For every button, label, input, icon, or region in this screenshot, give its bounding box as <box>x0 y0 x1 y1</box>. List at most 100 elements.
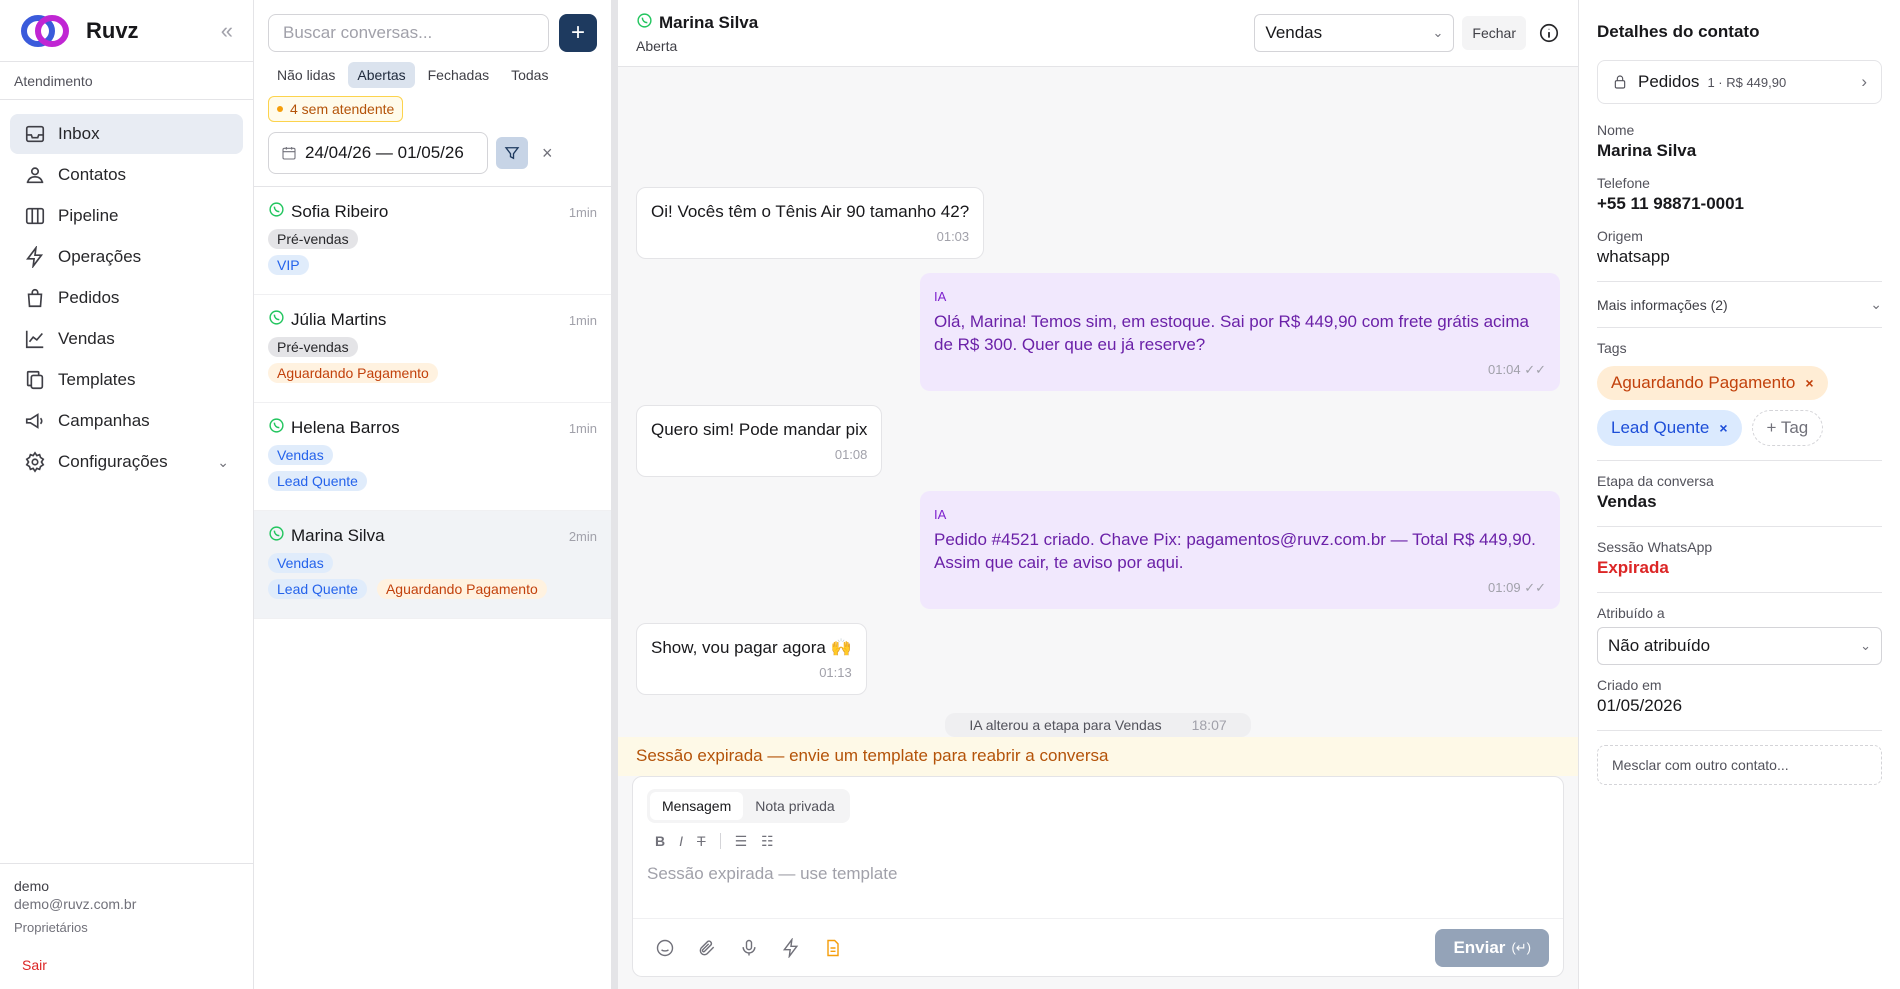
origin-label: Origem <box>1597 228 1643 244</box>
nav-item-configuracoes[interactable]: Configurações ⌄ <box>10 442 243 482</box>
stage-select[interactable]: Vendas ⌄ <box>1254 14 1455 53</box>
stage-label: Etapa da conversa <box>1597 473 1714 489</box>
format-toolbar: B I T ☰ ☷ <box>655 833 1541 850</box>
template-file-icon[interactable] <box>823 938 843 958</box>
tags-label: Tags <box>1597 340 1627 356</box>
message-time: 01:13 <box>819 665 852 681</box>
filter-button[interactable] <box>496 137 528 169</box>
chevron-down-icon: ⌄ <box>1860 638 1871 653</box>
nav-item-operacoes[interactable]: Operações <box>10 237 243 277</box>
message-time: 01:04 <box>1488 362 1521 378</box>
chart-line-icon <box>25 330 44 349</box>
tab-message[interactable]: Mensagem <box>650 791 744 820</box>
system-event-text: IA alterou a etapa para Vendas <box>957 713 1174 738</box>
divider <box>1597 327 1882 328</box>
ruvz-logo <box>21 14 69 47</box>
clear-filter-icon[interactable]: × <box>542 143 553 164</box>
message-input[interactable]: Sessão expirada — use template <box>647 864 1549 918</box>
search-input[interactable] <box>268 14 549 52</box>
nav-label: Pedidos <box>58 288 120 307</box>
logout-link[interactable]: Sair <box>14 957 239 973</box>
emoji-icon[interactable] <box>655 938 675 958</box>
orders-summary: 1 · R$ 449,90 <box>1707 74 1787 90</box>
strikethrough-icon[interactable]: T <box>697 833 706 849</box>
tag-chip: Aguardando Pagamento × <box>1597 366 1828 400</box>
message-text: Oi! Vocês têm o Tênis Air 90 tamanho 42? <box>651 202 970 222</box>
chevron-down-icon: ⌄ <box>217 453 229 470</box>
nav-item-vendas[interactable]: Vendas <box>10 319 243 359</box>
unassigned-badge[interactable]: 4 sem atendente <box>268 96 404 122</box>
double-check-icon: ✓✓ <box>1524 580 1546 596</box>
add-tag-button[interactable]: + Tag <box>1751 410 1824 446</box>
user-name: demo <box>14 878 50 894</box>
whatsapp-icon <box>268 417 285 439</box>
lightning-icon[interactable] <box>781 937 801 958</box>
remove-tag-icon[interactable]: × <box>1805 375 1813 391</box>
phone-label: Telefone <box>1597 175 1650 191</box>
more-info-toggle[interactable]: Mais informações (2) ⌄ <box>1597 296 1882 313</box>
chevron-down-icon: ⌄ <box>1432 25 1444 41</box>
bullet-list-icon[interactable]: ☰ <box>735 833 748 850</box>
new-conversation-button[interactable]: + <box>559 14 597 52</box>
whatsapp-icon <box>636 12 659 34</box>
filter-closed[interactable]: Fechadas <box>419 62 498 88</box>
message-author: IA <box>934 289 947 305</box>
message-composer: Mensagem Nota privada B I T ☰ ☷ Sessão e… <box>632 775 1564 977</box>
tag-badge: Aguardando Pagamento <box>268 363 438 383</box>
merge-contact-button[interactable]: Mesclar com outro contato... <box>1597 745 1882 785</box>
divider <box>719 833 721 850</box>
nav-item-templates[interactable]: Templates <box>10 360 243 400</box>
conversation-name: Helena Barros <box>291 418 400 437</box>
conversation-item[interactable]: Sofia Ribeiro 1min Pré-vendas VIP <box>254 187 611 295</box>
conversation-item[interactable]: Helena Barros 1min Vendas Lead Quente <box>254 403 611 511</box>
conversation-item-selected[interactable]: Marina Silva 2min Vendas Lead Quente Agu… <box>254 511 611 619</box>
nav-item-pedidos[interactable]: Pedidos <box>10 278 243 318</box>
tag-badge: VIP <box>268 255 309 275</box>
nav-item-pipeline[interactable]: Pipeline <box>10 196 243 236</box>
nav-label: Campanhas <box>58 411 150 430</box>
nav-label: Vendas <box>58 329 115 348</box>
message-text: Olá, Marina! Temos sim, em estoque. Sai … <box>934 312 1529 355</box>
info-icon[interactable] <box>1538 22 1560 44</box>
orders-card[interactable]: Pedidos 1 · R$ 449,90 › <box>1597 60 1882 104</box>
filter-all[interactable]: Todas <box>502 62 557 88</box>
message-text: Quero sim! Pode mandar pix <box>651 420 868 440</box>
orders-label: Pedidos <box>1638 72 1700 91</box>
stage-badge: Vendas <box>268 553 333 573</box>
message-incoming: Oi! Vocês têm o Tênis Air 90 tamanho 42?… <box>636 187 985 260</box>
conversation-stage: Vendas <box>1597 492 1657 511</box>
collapse-sidebar-icon[interactable]: « <box>221 18 233 44</box>
numbered-list-icon[interactable]: ☷ <box>761 833 774 850</box>
bold-icon[interactable]: B <box>655 833 665 849</box>
tab-private-note[interactable]: Nota privada <box>743 792 846 820</box>
microphone-icon[interactable] <box>739 938 759 958</box>
nav-item-contatos[interactable]: Contatos <box>10 155 243 195</box>
close-conversation-button[interactable]: Fechar <box>1462 16 1526 51</box>
chat-header: Marina Silva Aberta Vendas ⌄ Fechar <box>618 0 1578 68</box>
section-label: Atendimento <box>0 62 253 100</box>
filter-open[interactable]: Abertas <box>348 62 415 88</box>
send-button[interactable]: Enviar (↵) <box>1435 928 1549 967</box>
nav-item-inbox[interactable]: Inbox <box>10 114 243 154</box>
contact-details: Detalhes do contato Pedidos 1 · R$ 449,9… <box>1578 0 1900 989</box>
stage-badge: Pré-vendas <box>268 337 358 357</box>
created-label: Criado em <box>1597 677 1662 693</box>
italic-icon[interactable]: I <box>679 833 683 849</box>
double-check-icon: ✓✓ <box>1524 362 1546 378</box>
funnel-icon <box>504 147 520 160</box>
whatsapp-icon <box>268 201 285 223</box>
nav-item-campanhas[interactable]: Campanhas <box>10 401 243 441</box>
assignee-select[interactable]: Não atribuído ⌄ <box>1597 627 1882 665</box>
stage-badge: Pré-vendas <box>268 229 358 249</box>
chat-status: Aberta <box>636 38 678 55</box>
date-range-picker[interactable]: 24/04/26 — 01/05/26 <box>268 132 488 174</box>
conversation-item[interactable]: Júlia Martins 1min Pré-vendas Aguardando… <box>254 295 611 403</box>
system-event: IA alterou a etapa para Vendas 18:07 <box>636 713 1560 738</box>
tag-badge: Lead Quente <box>268 471 367 491</box>
remove-tag-icon[interactable]: × <box>1719 420 1727 436</box>
chat-contact-name: Marina Silva <box>659 13 759 33</box>
filter-unread[interactable]: Não lidas <box>268 62 344 88</box>
message-thread: Oi! Vocês têm o Tênis Air 90 tamanho 42?… <box>618 67 1578 738</box>
details-title: Detalhes do contato <box>1597 22 1760 41</box>
paperclip-icon[interactable] <box>697 938 717 958</box>
